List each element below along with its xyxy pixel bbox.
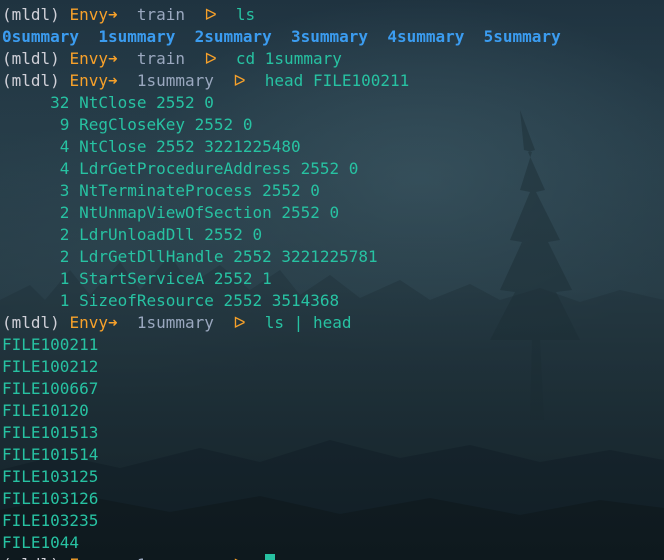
output-line: 3 NtTerminateProcess 2552 0	[2, 181, 320, 200]
file-entry: FILE101514	[2, 445, 99, 464]
file-entry: FILE103126	[2, 489, 99, 508]
prompt-line: (mldl) Envy➜ train ᐅ cd 1summary	[2, 48, 662, 70]
prompt-line[interactable]: (mldl) Envy➜ 1summary ᐅ	[2, 554, 662, 560]
terminal-window[interactable]: (mldl) Envy➜ train ᐅ ls 0summary 1summar…	[0, 0, 664, 560]
output-line: 2 LdrGetDllHandle 2552 3221225781	[2, 247, 378, 266]
venv-label: (mldl)	[2, 555, 60, 560]
terminal-output: (mldl) Envy➜ train ᐅ ls 0summary 1summar…	[2, 4, 662, 560]
prompt-separator-icon: ᐅ	[233, 555, 245, 560]
directory-entry: 5summary	[483, 27, 561, 46]
file-entry: FILE100667	[2, 379, 99, 398]
directory-entry: 0summary	[2, 27, 80, 46]
host-name: Envy	[69, 5, 108, 24]
prompt-line: (mldl) Envy➜ 1summary ᐅ head FILE100211	[2, 70, 662, 92]
host-name: Envy	[69, 555, 108, 560]
host-name: Envy	[69, 71, 108, 90]
cwd-label: train	[136, 5, 186, 24]
prompt-separator-icon: ᐅ	[233, 313, 246, 332]
ls-output-line: 0summary 1summary 2summary 3summary 4sum…	[2, 26, 662, 48]
file-entry: FILE1044	[2, 533, 80, 552]
output-line: 1 SizeofResource 2552 3514368	[2, 291, 340, 310]
command-text: head FILE100211	[264, 71, 410, 90]
directory-entry: 4summary	[387, 27, 465, 46]
arrow-icon: ➜	[108, 555, 118, 560]
output-line: 2 NtUnmapViewOfSection 2552 0	[2, 203, 340, 222]
file-entry: FILE100211	[2, 335, 99, 354]
host-name: Envy	[69, 313, 108, 332]
arrow-icon: ➜	[107, 49, 118, 68]
venv-label: (mldl)	[2, 49, 60, 68]
venv-label: (mldl)	[2, 71, 60, 90]
directory-entry: 1summary	[98, 27, 176, 46]
command-text: ls | head	[264, 313, 352, 332]
output-line: 1 StartServiceA 2552 1	[2, 269, 272, 288]
venv-label: (mldl)	[2, 5, 60, 24]
arrow-icon: ➜	[107, 71, 118, 90]
arrow-icon: ➜	[107, 313, 118, 332]
file-entry: FILE100212	[2, 357, 99, 376]
prompt-separator-icon: ᐅ	[204, 49, 217, 68]
output-line: 2 LdrUnloadDll 2552 0	[2, 225, 263, 244]
cwd-label: 1summary	[137, 555, 214, 560]
command-text: cd 1summary	[235, 49, 342, 68]
prompt-separator-icon: ᐅ	[233, 71, 246, 90]
cwd-label: 1summary	[136, 71, 214, 90]
output-line: 4 NtClose 2552 3221225480	[2, 137, 301, 156]
cwd-label: 1summary	[136, 313, 214, 332]
prompt-line: (mldl) Envy➜ 1summary ᐅ ls | head	[2, 312, 662, 334]
file-entry: FILE103125	[2, 467, 99, 486]
file-entry: FILE101513	[2, 423, 99, 442]
file-entry: FILE103235	[2, 511, 99, 530]
directory-entry: 2summary	[194, 27, 272, 46]
arrow-icon: ➜	[107, 5, 118, 24]
prompt-line: (mldl) Envy➜ train ᐅ ls	[2, 4, 662, 26]
host-name: Envy	[69, 49, 108, 68]
cwd-label: train	[136, 49, 186, 68]
venv-label: (mldl)	[2, 313, 60, 332]
text-cursor	[264, 554, 275, 560]
prompt-separator-icon: ᐅ	[204, 5, 217, 24]
output-line: 4 LdrGetProcedureAddress 2552 0	[2, 159, 359, 178]
output-line: 32 NtClose 2552 0	[2, 93, 214, 112]
command-text: ls	[235, 5, 256, 24]
file-entry: FILE10120	[2, 401, 89, 420]
output-line: 9 RegCloseKey 2552 0	[2, 115, 253, 134]
directory-entry: 3summary	[290, 27, 369, 46]
